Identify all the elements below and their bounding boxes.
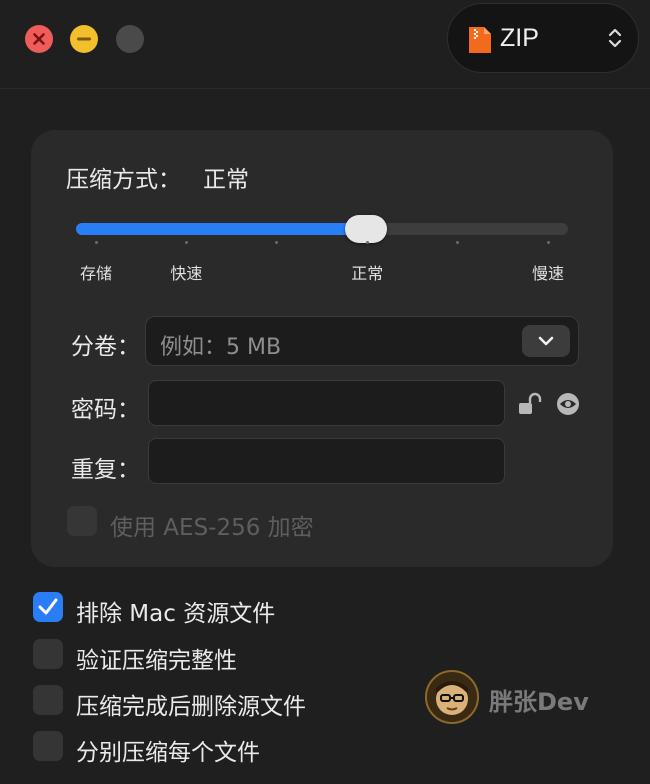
- split-size-placeholder: 例如：5 MB: [160, 335, 282, 360]
- verify-integrity-label: 验证压缩完整性: [76, 648, 237, 674]
- watermark-text: 胖张Dev: [489, 688, 589, 716]
- format-select[interactable]: ZIP: [447, 3, 639, 73]
- slider-tick-label: 正常: [351, 264, 384, 283]
- title-bar: ZIP: [0, 0, 650, 89]
- slider-fill: [76, 223, 367, 235]
- delete-source-checkbox[interactable]: [33, 685, 63, 715]
- aes-encryption-checkbox[interactable]: [67, 506, 97, 536]
- zip-file-icon: [469, 27, 491, 53]
- repeat-password-label: 重复：: [71, 457, 140, 483]
- chevron-up-down-icon: [608, 28, 622, 48]
- password-label: 密码：: [71, 397, 140, 423]
- watermark-avatar: [425, 670, 479, 724]
- slider-tick-label: 存储: [79, 264, 112, 283]
- minimize-button[interactable]: [70, 25, 98, 53]
- unlock-icon[interactable]: [518, 392, 544, 416]
- slider-tick-label: 快速: [170, 264, 203, 283]
- close-button[interactable]: [25, 25, 53, 53]
- slider-tick: [94, 241, 98, 244]
- slider-tick: [275, 241, 279, 244]
- minimize-icon: [77, 37, 91, 41]
- verify-integrity-checkbox[interactable]: [33, 639, 63, 669]
- compress-separately-checkbox[interactable]: [33, 731, 63, 761]
- compress-separately-label: 分别压缩每个文件: [76, 740, 260, 766]
- checkmark-icon: [38, 598, 58, 615]
- exclude-mac-resources-checkbox[interactable]: [33, 592, 63, 622]
- split-size-field[interactable]: 例如：5 MB: [145, 316, 579, 366]
- slider-tick-label: 慢速: [531, 264, 564, 283]
- repeat-password-field[interactable]: [148, 438, 505, 484]
- compression-level-slider[interactable]: [76, 215, 568, 243]
- chevron-down-icon: [538, 336, 554, 346]
- split-size-dropdown-button[interactable]: [522, 325, 570, 357]
- password-field[interactable]: [148, 380, 505, 426]
- aes-encryption-label: 使用 AES-256 加密: [110, 515, 314, 541]
- slider-tick: [456, 241, 460, 244]
- slider-tick: [184, 241, 188, 244]
- split-label: 分卷：: [71, 334, 140, 360]
- zoom-button[interactable]: [116, 25, 144, 53]
- window: ZIP 压缩方式： 正常 存储快速正常慢速 分卷： 例如：5 MB 密码：: [0, 0, 650, 784]
- close-icon: [33, 33, 45, 45]
- delete-source-label: 压缩完成后删除源文件: [76, 694, 306, 720]
- slider-tick: [365, 241, 369, 244]
- exclude-mac-resources-label: 排除 Mac 资源文件: [76, 601, 276, 627]
- compression-method-value: 正常: [203, 167, 249, 193]
- format-value: ZIP: [500, 24, 539, 52]
- slider-thumb[interactable]: [345, 215, 388, 243]
- eye-icon[interactable]: [556, 392, 580, 416]
- compression-method-label: 压缩方式：: [66, 167, 181, 193]
- slider-tick: [546, 241, 550, 244]
- compression-panel: 压缩方式： 正常 存储 快速 正常 慢速 分卷： 例如：5 MB 密码： 重复：…: [31, 130, 613, 567]
